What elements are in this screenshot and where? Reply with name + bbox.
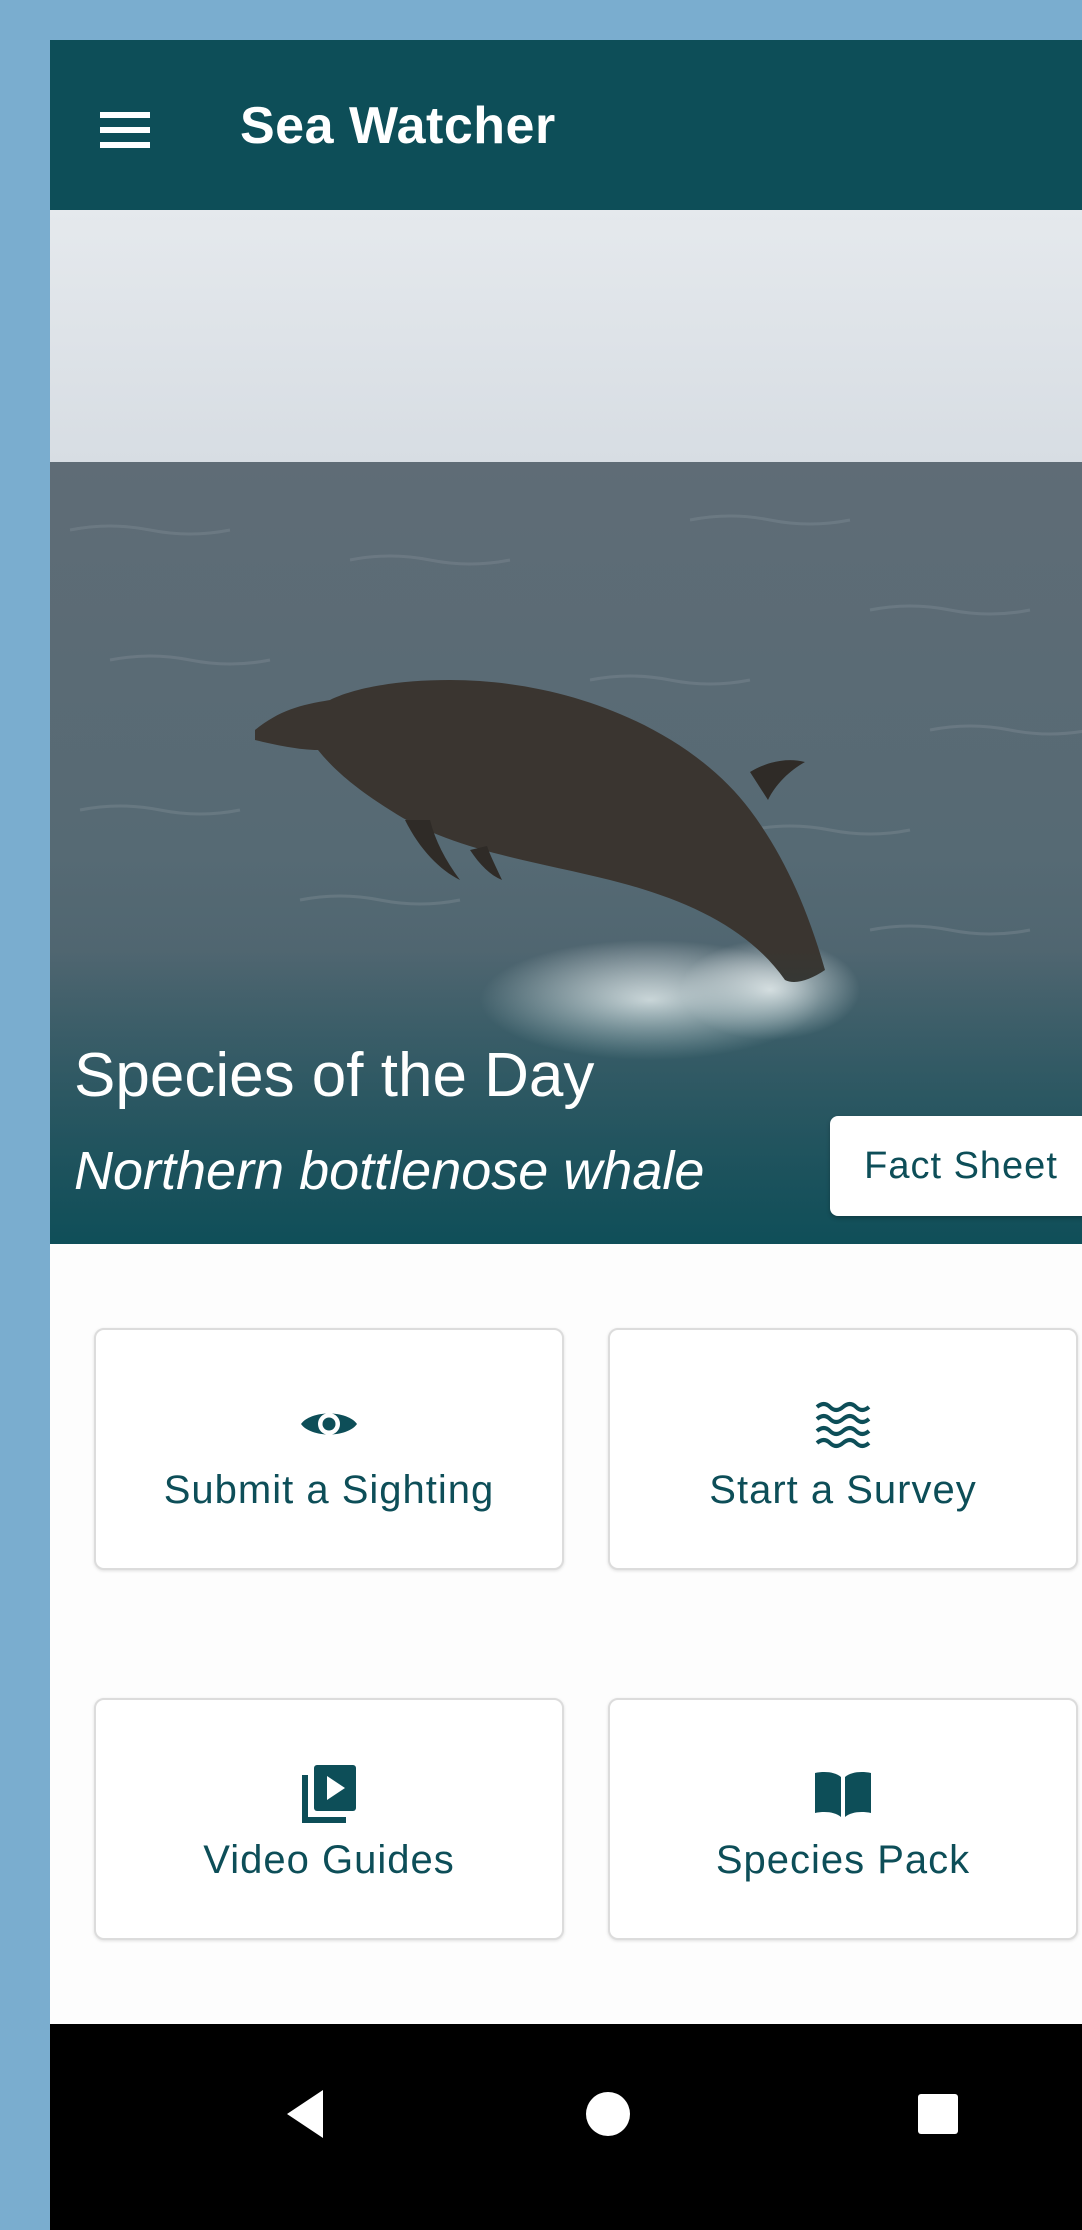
- video-library-icon: [299, 1765, 359, 1823]
- tile-label: Submit a Sighting: [163, 1468, 495, 1512]
- species-of-the-day-heading: Species of the Day: [74, 1041, 595, 1110]
- species-name: Northern bottlenose whale: [74, 1141, 705, 1201]
- tile-label: Species Pack: [715, 1838, 971, 1882]
- tile-label: Start a Survey: [709, 1468, 977, 1512]
- species-pack-tile[interactable]: Species Pack: [608, 1698, 1078, 1940]
- app-bar: Sea Watcher: [50, 40, 1082, 210]
- app-title: Sea Watcher: [240, 97, 556, 155]
- submit-sighting-tile[interactable]: Submit a Sighting: [94, 1328, 564, 1570]
- video-guides-tile[interactable]: Video Guides: [94, 1698, 564, 1940]
- hamburger-menu-icon[interactable]: [100, 110, 150, 150]
- book-icon: [813, 1766, 873, 1822]
- tile-label: Video Guides: [203, 1838, 455, 1882]
- home-circle-icon[interactable]: [568, 2074, 648, 2154]
- waves-icon: [813, 1396, 873, 1452]
- back-triangle-icon[interactable]: [265, 2074, 345, 2154]
- species-of-the-day-banner: Species of the Day Northern bottlenose w…: [50, 210, 1082, 1244]
- eye-icon: [299, 1396, 359, 1452]
- fact-sheet-button[interactable]: Fact Sheet: [830, 1116, 1082, 1216]
- recents-square-icon[interactable]: [898, 2074, 978, 2154]
- system-nav-bar: [50, 2024, 1082, 2230]
- phone-screen: Sea Watcher Species of the Day Northern …: [50, 40, 1082, 2230]
- start-survey-tile[interactable]: Start a Survey: [608, 1328, 1078, 1570]
